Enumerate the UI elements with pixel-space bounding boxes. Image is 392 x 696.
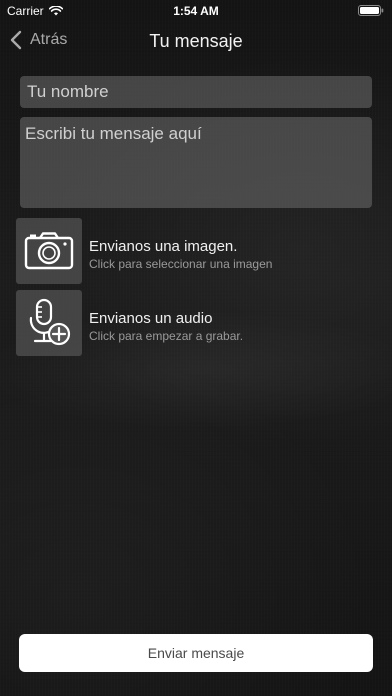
status-bar: Carrier 1:54 AM [0,0,392,20]
send-image-action[interactable]: Envianos una imagen. Click para seleccio… [16,218,376,284]
camera-icon [24,232,74,270]
send-audio-action[interactable]: Envianos un audio Click para empezar a g… [16,290,376,356]
image-action-subtitle: Click para seleccionar una imagen [89,257,273,271]
image-icon-box [16,218,82,284]
microphone-add-icon [29,298,71,346]
image-action-title: Envianos una imagen. [89,238,238,255]
status-time: 1:54 AM [173,4,219,18]
audio-icon-box [16,290,82,356]
audio-action-subtitle: Click para empezar a grabar. [89,329,244,343]
battery-icon [358,5,384,16]
name-input[interactable] [20,76,372,108]
send-message-button[interactable]: Enviar mensaje [19,634,373,672]
page-title: Tu mensaje [149,31,243,51]
message-input[interactable] [20,117,372,208]
navigation-bar: Atrás Tu mensaje [0,22,392,62]
audio-action-title: Envianos un audio [89,310,213,327]
